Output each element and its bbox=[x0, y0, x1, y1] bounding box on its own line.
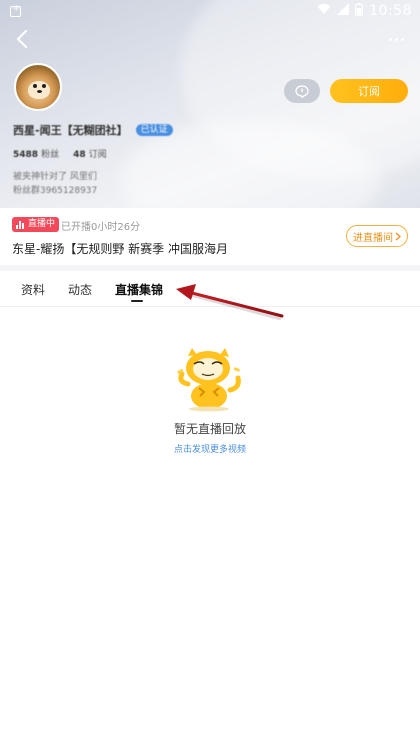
bio-line: 被夹神针对了 风里们 bbox=[13, 172, 97, 182]
active-tab-indicator bbox=[131, 300, 143, 302]
live-duration: 已开播0小时26分 bbox=[61, 222, 141, 233]
signal-icon bbox=[337, 3, 350, 19]
clock: 10:58 bbox=[369, 3, 412, 19]
chevron-right-icon bbox=[395, 232, 401, 240]
chat-bubble-icon bbox=[295, 84, 309, 98]
notification-icon bbox=[10, 3, 21, 17]
discover-more-videos-link[interactable]: 点击发现更多视频 bbox=[0, 442, 420, 455]
more-options-button[interactable] bbox=[382, 27, 410, 51]
tab-profile[interactable]: 资料 bbox=[21, 281, 45, 298]
verified-badge: 已认证 bbox=[135, 124, 173, 136]
tab-feed[interactable]: 动态 bbox=[68, 281, 92, 298]
back-button[interactable] bbox=[10, 27, 34, 51]
name-row: 西星-闻王【无糊团社】 已认证 bbox=[13, 122, 173, 138]
enter-live-room-button[interactable]: 进直播间 bbox=[346, 225, 408, 247]
tab-live-highlights[interactable]: 直播集锦 bbox=[115, 281, 163, 298]
live-title: 东星-耀扬【无规则野 新赛季 冲国服海月 bbox=[12, 242, 228, 256]
tab-bar: 资料 动态 直播集锦 bbox=[0, 271, 420, 307]
battery-icon bbox=[355, 2, 364, 20]
empty-state-message: 暂无直播回放 bbox=[173, 422, 246, 436]
empty-state-tiger-illustration bbox=[177, 348, 241, 412]
message-button[interactable] bbox=[284, 79, 320, 103]
streamer-name: 西星-闻王【无糊团社】 bbox=[13, 124, 128, 137]
avatar[interactable] bbox=[14, 63, 62, 111]
stat-fans[interactable]: 5488 粉丝 bbox=[13, 147, 59, 160]
live-badge: 直播中 bbox=[12, 217, 60, 232]
dot-icon bbox=[394, 37, 398, 41]
wifi-icon bbox=[317, 3, 331, 19]
stats-row: 5488 粉丝 48 订阅 bbox=[13, 147, 107, 160]
stat-subscriptions[interactable]: 48 订阅 bbox=[73, 147, 107, 160]
live-bars-icon bbox=[16, 221, 24, 229]
dot-icon bbox=[388, 37, 392, 41]
subscribe-button[interactable]: 订阅 bbox=[330, 79, 408, 103]
dot-icon bbox=[400, 37, 404, 41]
fan-group-line: 粉丝群3965128937 bbox=[13, 186, 98, 196]
status-bar: 10:58 bbox=[0, 0, 420, 22]
nav-bar bbox=[0, 24, 420, 54]
back-arrow-icon bbox=[16, 30, 28, 48]
